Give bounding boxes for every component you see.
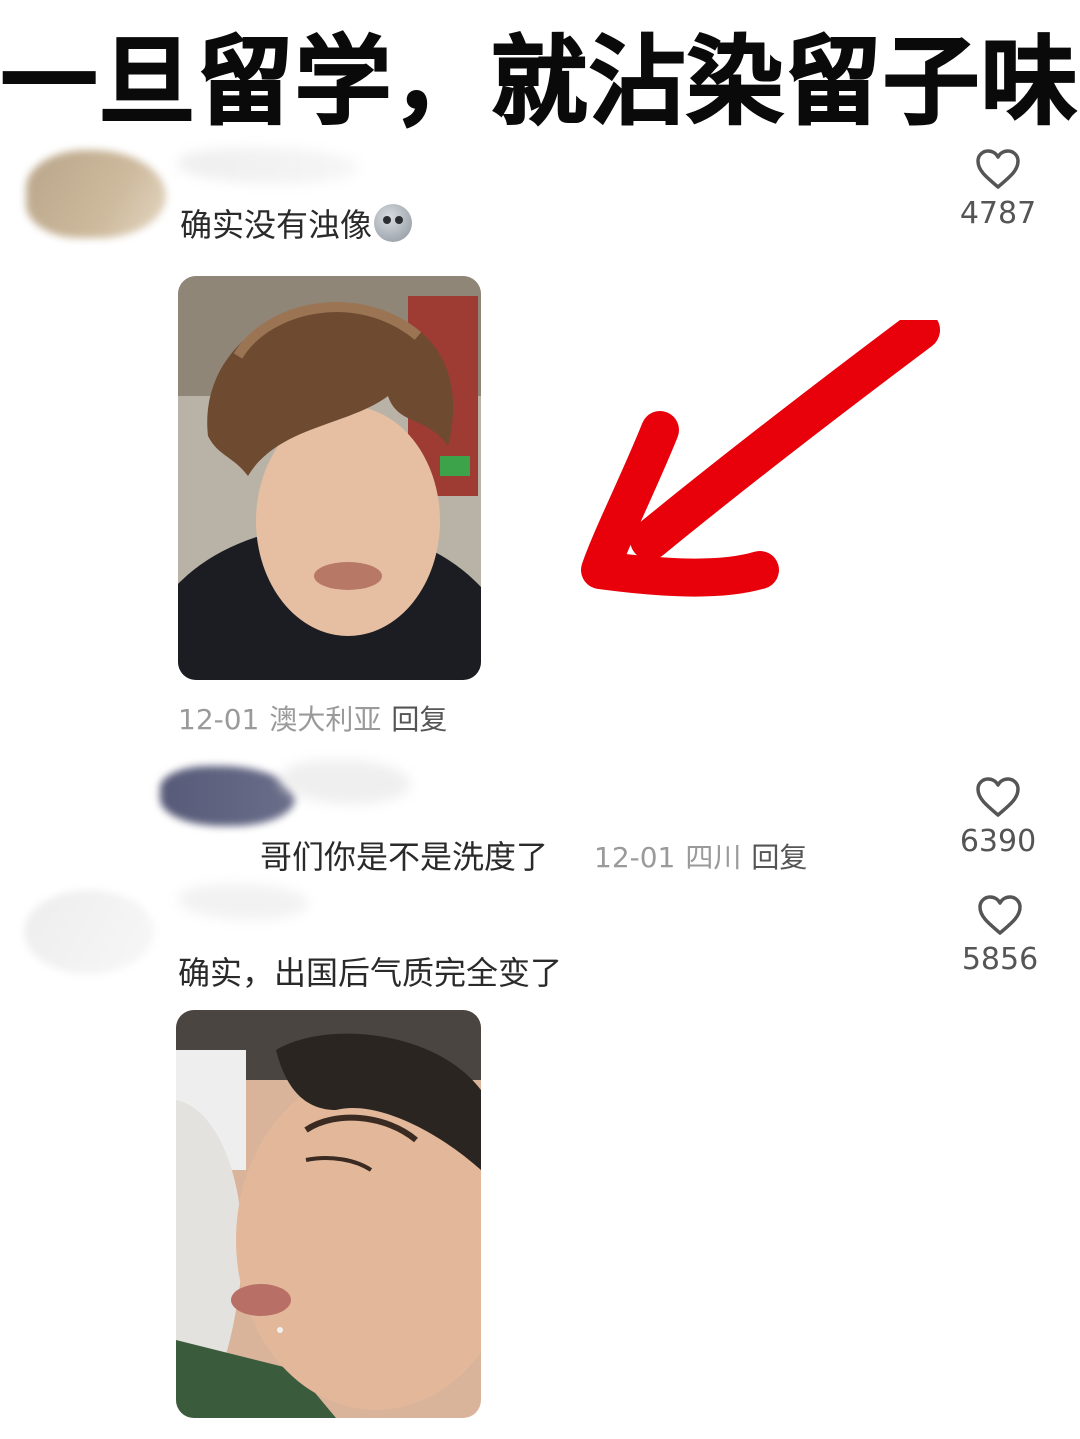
comment-location: 四川 (685, 841, 742, 874)
like-count: 6390 (959, 824, 1037, 859)
comment-2-text: 哥们你是不是洗度了 (260, 832, 548, 878)
reply-button[interactable]: 回复 (751, 841, 807, 874)
username-blurred[interactable] (280, 760, 410, 804)
like-count: 5856 (961, 942, 1039, 977)
comment-3-text: 确实，出国后气质完全变了 (178, 948, 562, 994)
avatar-blurred[interactable] (26, 150, 166, 238)
like-count: 4787 (959, 196, 1037, 231)
page-headline: 一旦留学，就沾染留子味 (0, 25, 1079, 139)
ghost-emoji-icon (374, 204, 413, 242)
comment-1-photo[interactable] (178, 276, 481, 680)
reply-button[interactable]: 回复 (391, 703, 447, 736)
comment-1-meta: 12-01 澳大利亚 回复 (178, 698, 447, 738)
comment-2-text-content: 哥们你是不是洗度了 (260, 838, 549, 876)
avatar-blurred[interactable] (160, 766, 295, 826)
comment-1-text-content: 确实没有浊像 (180, 206, 373, 244)
comment-3-text-content: 确实，出国后气质完全变了 (178, 954, 563, 992)
username-blurred[interactable] (178, 148, 358, 184)
heart-outline-icon[interactable] (975, 776, 1021, 818)
red-arrow-icon (581, 320, 940, 597)
heart-outline-icon[interactable] (977, 894, 1023, 936)
comment-2-like[interactable]: 6390 (938, 776, 1058, 859)
comment-1-like[interactable]: 4787 (938, 148, 1058, 231)
heart-outline-icon[interactable] (975, 148, 1021, 190)
comment-date: 12-01 (178, 703, 260, 736)
avatar-blurred[interactable] (24, 890, 154, 974)
username-blurred[interactable] (178, 884, 308, 920)
comment-3-like[interactable]: 5856 (940, 894, 1060, 977)
comment-date: 12-01 (594, 841, 676, 874)
comment-3-photo[interactable] (176, 1010, 481, 1418)
photo-sleepy-man (178, 276, 481, 680)
photo-face-on-pillow (176, 1010, 481, 1418)
comment-location: 澳大利亚 (269, 703, 382, 736)
comment-2-meta: 12-01 四川 回复 (594, 836, 807, 876)
comment-1-text: 确实没有浊像 (180, 200, 413, 246)
